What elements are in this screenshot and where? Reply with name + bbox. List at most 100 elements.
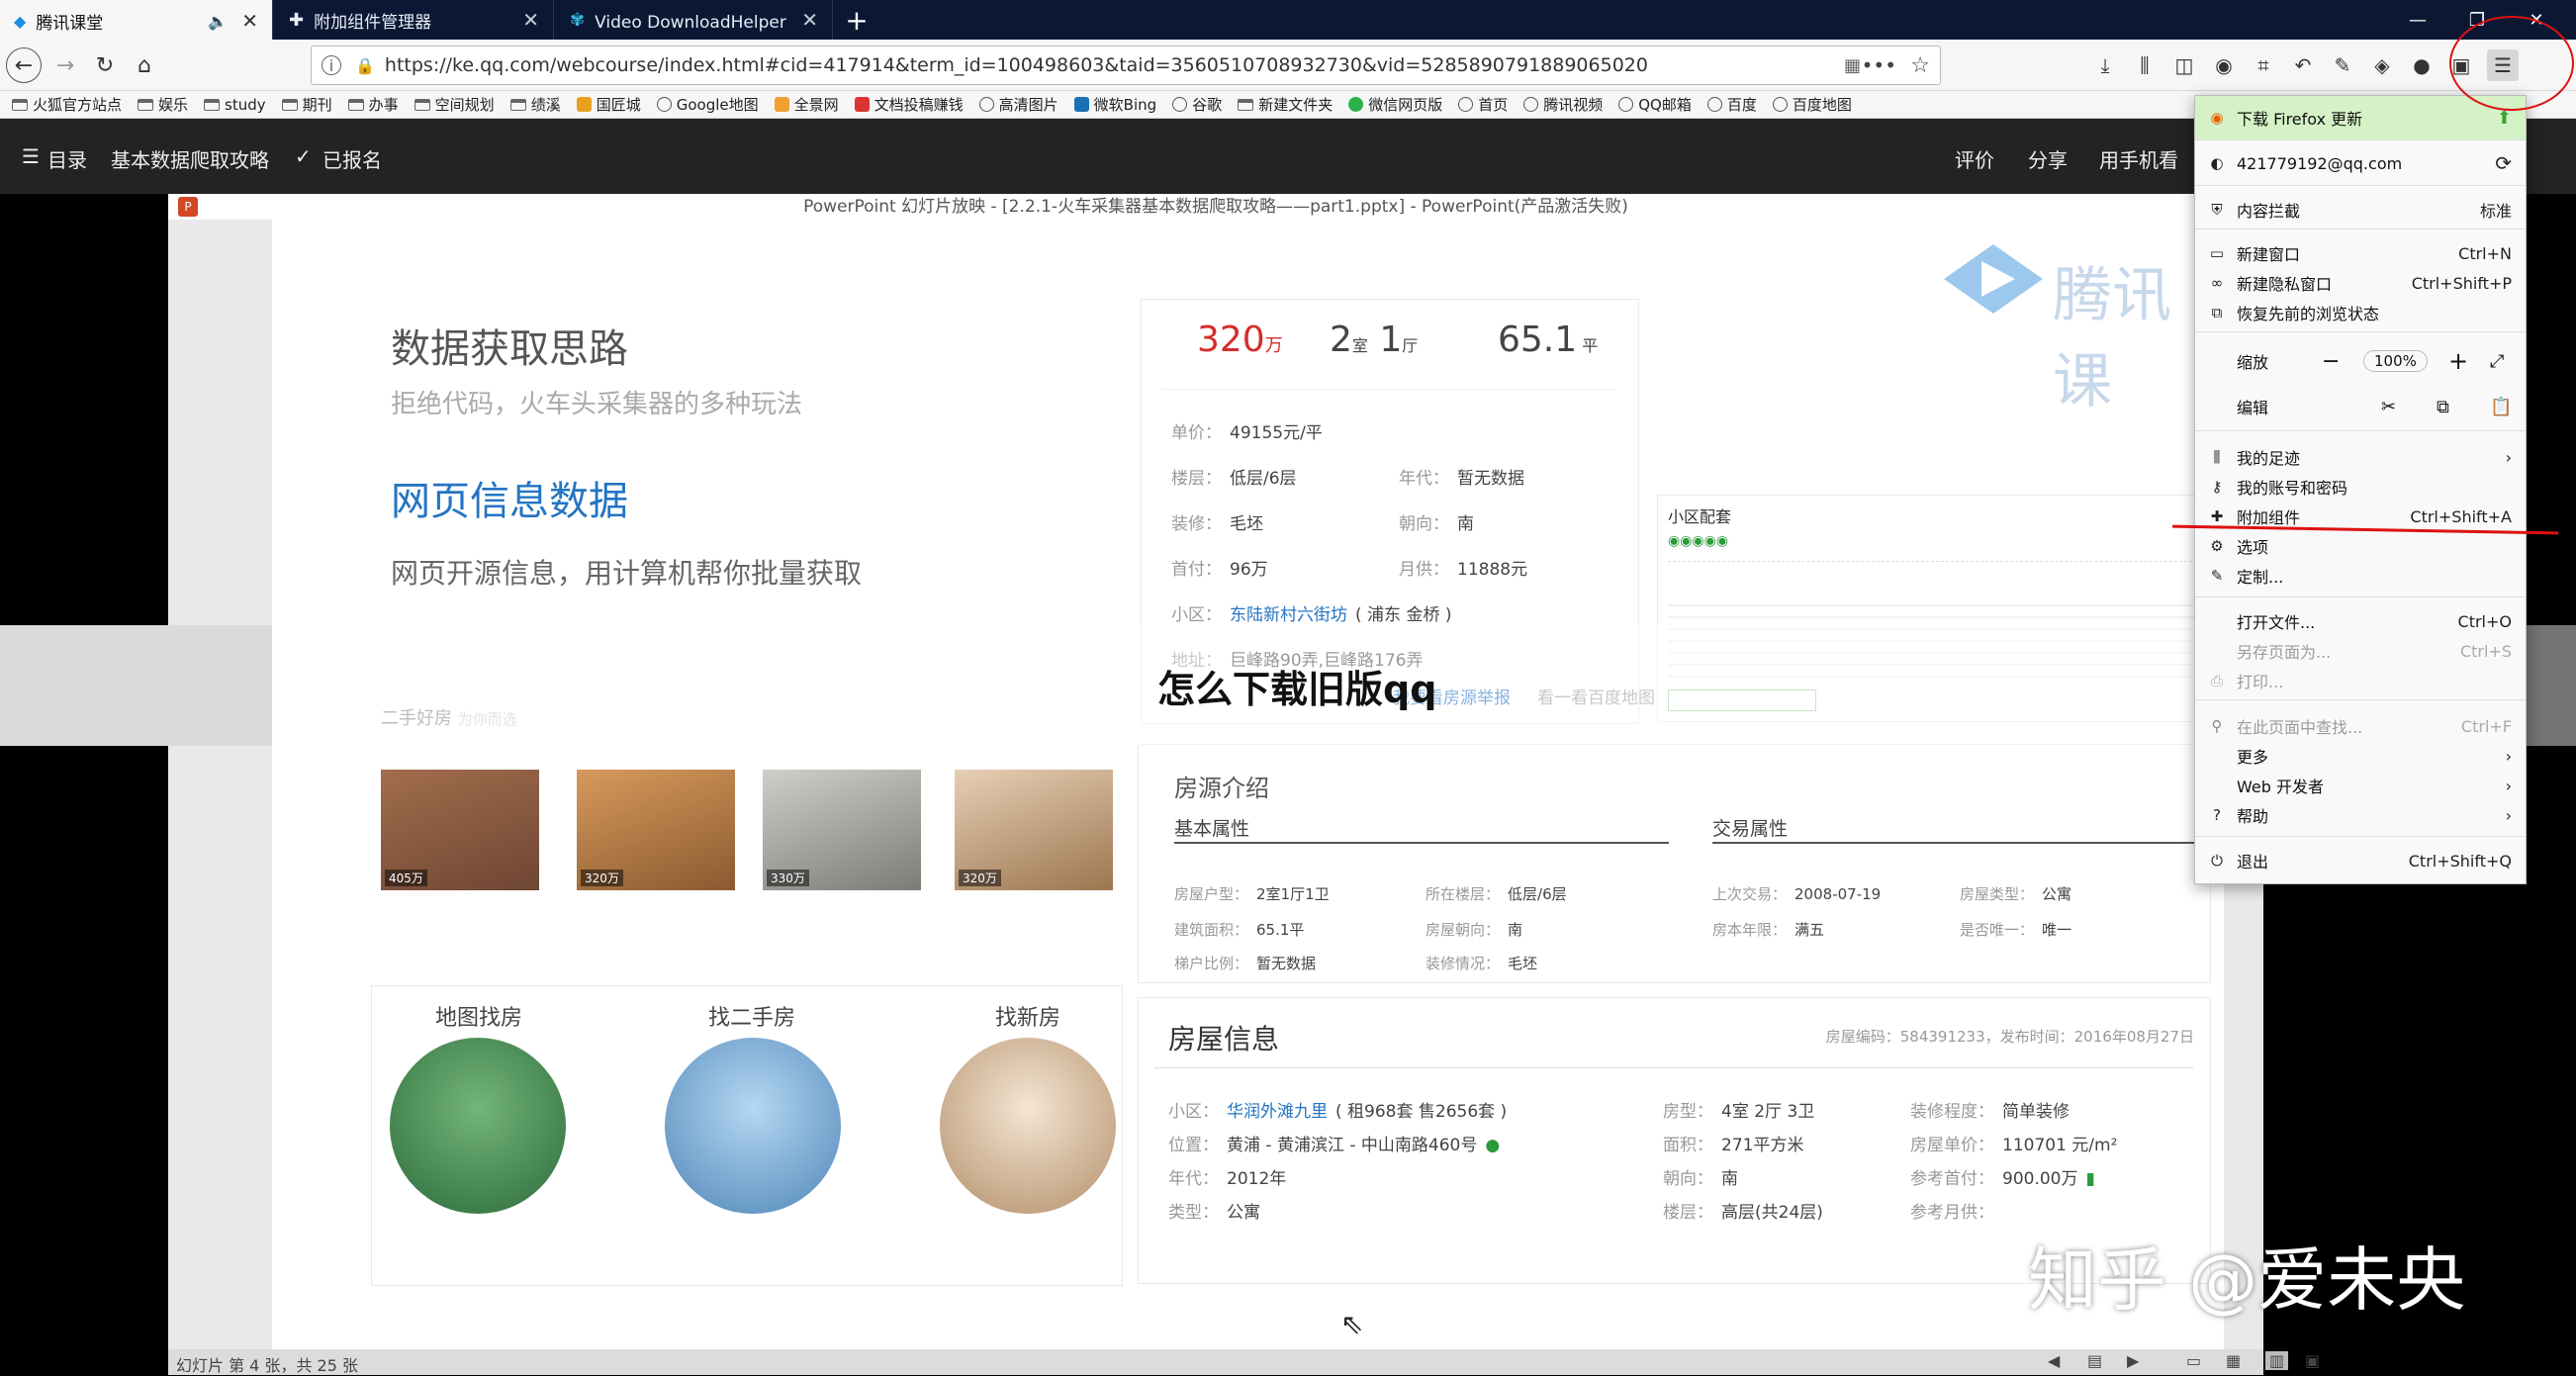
menu-item-new-window[interactable]: ▭ 新建窗口 Ctrl+N (2195, 238, 2526, 268)
bookmark-item[interactable]: 娱乐 (138, 94, 188, 115)
next-icon[interactable]: ▶ (2127, 1351, 2139, 1370)
menu-icon[interactable]: ☰ (22, 144, 40, 168)
bookmark-item[interactable]: 微软Bing (1073, 94, 1156, 115)
colorful-extension-icon[interactable]: ● (2406, 49, 2438, 81)
menu-item-save-as[interactable]: 另存页面为... Ctrl+S (2195, 636, 2526, 666)
zoom-out-button[interactable]: − (2322, 349, 2340, 374)
bookmark-item[interactable]: 首页 (1458, 94, 1508, 115)
zoom-in-button[interactable]: + (2448, 347, 2468, 375)
extension-icon[interactable]: ◈ (2366, 49, 2398, 81)
undo-icon[interactable]: ↶ (2287, 49, 2319, 81)
qr-code-icon[interactable]: ▦ (1844, 55, 1861, 76)
feature-title[interactable]: 地图找房 (435, 1000, 522, 1032)
paste-icon[interactable]: 📋 (2490, 397, 2512, 417)
bookmark-item[interactable]: Google地图 (656, 94, 759, 115)
reading-view-icon[interactable]: ▥ (2265, 1351, 2289, 1370)
new-tab-button[interactable]: + (837, 0, 876, 40)
url-text[interactable]: https://ke.qq.com/webcourse/index.html#c… (385, 54, 1648, 76)
bookmark-item[interactable]: 绩溪 (509, 94, 561, 115)
year-info: 年代： 暂无数据 (1399, 469, 1524, 489)
listing-thumbnail[interactable]: 405万 (381, 770, 539, 890)
folder-icon (509, 98, 526, 111)
listing-thumbnail[interactable]: 330万 (763, 770, 921, 890)
bookmark-item[interactable]: 高清图片 (978, 94, 1058, 115)
close-icon[interactable]: ✕ (241, 9, 258, 33)
speaker-icon[interactable]: 🔈 (208, 12, 228, 31)
sidebar-icon[interactable]: ◫ (2168, 49, 2200, 81)
bookmark-item[interactable]: 新建文件夹 (1238, 94, 1333, 115)
edit-icon[interactable]: ✎ (2327, 49, 2358, 81)
bookmark-item[interactable]: 期刊 (281, 94, 332, 115)
listing-thumbnail[interactable]: 320万 (955, 770, 1113, 890)
listing-thumbnail[interactable]: 320万 (577, 770, 735, 890)
laptop-bulb-icon[interactable] (665, 1038, 841, 1214)
slideshow-view-icon[interactable]: ▣ (2305, 1351, 2320, 1370)
menu-item-restore-session[interactable]: ⧉ 恢复先前的浏览状态 (2195, 298, 2526, 327)
home-button[interactable]: ⌂ (127, 47, 162, 83)
lock-icon[interactable]: 🔒 (355, 56, 375, 75)
menu-item-library[interactable]: ⫼ 我的足迹 › (2195, 442, 2526, 472)
back-button[interactable]: ← (6, 47, 42, 83)
menu-item-logins[interactable]: ⚷ 我的账号和密码 (2195, 472, 2526, 502)
bookmark-item[interactable]: 空间规划 (414, 94, 495, 115)
menu-item-options[interactable]: ⚙ 选项 (2195, 531, 2526, 561)
menu-item-more[interactable]: 更多 › (2195, 741, 2526, 771)
library-icon[interactable]: ⫼ (2129, 49, 2161, 81)
bookmark-item[interactable]: 百度地图 (1772, 94, 1852, 115)
zoom-level[interactable]: 100% (2363, 350, 2428, 372)
menu-item-find[interactable]: ⚲ 在此页面中查找... Ctrl+F (2195, 711, 2526, 741)
tab-video-downloadhelper[interactable]: ✾ Video DownloadHelper – 下载 ✕ (556, 0, 833, 40)
url-bar[interactable]: i 🔒 https://ke.qq.com/webcourse/index.ht… (311, 46, 1941, 85)
house-map-icon[interactable] (390, 1038, 566, 1214)
prev-icon[interactable]: ◀ (2048, 1351, 2060, 1370)
bookmark-item[interactable]: 谷歌 (1172, 94, 1222, 115)
feature-title[interactable]: 找新房 (995, 1000, 1060, 1032)
copy-icon[interactable]: ⧉ (2437, 397, 2449, 417)
menu-item-content-blocking[interactable]: ⛨ 内容拦截 标准 (2195, 195, 2526, 225)
page-actions-icon[interactable]: ••• (1862, 53, 1896, 77)
zhihu-watermark: 知乎 @爱未央 (2028, 1239, 2466, 1321)
new-home-icon[interactable] (940, 1038, 1116, 1214)
downloads-icon[interactable]: ⤓ (2089, 49, 2121, 81)
bookmark-item[interactable]: 腾讯视频 (1523, 94, 1603, 115)
mobile-view-link[interactable]: 用手机看 (2099, 144, 2178, 173)
share-link[interactable]: 分享 (2028, 144, 2068, 173)
normal-view-icon[interactable]: ▭ (2186, 1351, 2201, 1370)
rate-link[interactable]: 评价 (1955, 144, 1994, 173)
menu-item-print[interactable]: ⎙ 打印... (2195, 666, 2526, 695)
menu-item-webdev[interactable]: Web 开发者 › (2195, 771, 2526, 800)
menu-item-private-window[interactable]: ∞ 新建隐私窗口 Ctrl+Shift+P (2195, 268, 2526, 298)
bookmark-item[interactable]: 全景网 (774, 94, 839, 115)
feature-title[interactable]: 找二手房 (708, 1000, 795, 1032)
minimize-button[interactable]: — (2388, 0, 2447, 40)
reload-button[interactable]: ↻ (87, 47, 123, 83)
close-icon[interactable]: ✕ (522, 8, 539, 32)
account-icon[interactable]: ◉ (2208, 49, 2240, 81)
bookmark-item[interactable]: QQ邮箱 (1618, 94, 1692, 115)
bookmark-star-icon[interactable]: ☆ (1910, 53, 1930, 78)
tab-tencent-classroom[interactable]: ◆ 腾讯课堂 🔈 ✕ (0, 0, 273, 42)
screenshot-icon[interactable]: ⌗ (2248, 49, 2279, 81)
menu-icon[interactable]: ▤ (2087, 1351, 2102, 1370)
menu-item-open-file[interactable]: 打开文件... Ctrl+O (2195, 606, 2526, 636)
menu-item-account[interactable]: ◐ 421779192@qq.com ⟳ (2195, 145, 2526, 181)
bookmark-item[interactable]: 文档投稿赚钱 (854, 94, 964, 115)
forward-button[interactable]: → (47, 47, 83, 83)
bookmark-item[interactable]: 百度 (1706, 94, 1757, 115)
bookmark-item[interactable]: 微信网页版 (1348, 94, 1442, 115)
catalog-link[interactable]: 目录 (47, 144, 87, 173)
sync-icon[interactable]: ⟳ (2495, 151, 2512, 175)
info-icon[interactable]: i (322, 55, 341, 75)
cut-icon[interactable]: ✂ (2381, 397, 2396, 417)
bookmark-item[interactable]: 国匠城 (576, 94, 641, 115)
bookmark-item[interactable]: study (204, 96, 266, 114)
menu-item-quit[interactable]: ⏻ 退出 Ctrl+Shift+Q (2195, 846, 2526, 875)
menu-item-help[interactable]: ? 帮助 › (2195, 800, 2526, 830)
fullscreen-icon[interactable]: ⤢ (2490, 351, 2504, 372)
menu-item-customize[interactable]: ✎ 定制... (2195, 561, 2526, 591)
bookmark-item[interactable]: 办事 (347, 94, 399, 115)
tab-addons-manager[interactable]: ✚ 附加组件管理器 ✕ (275, 0, 554, 40)
close-icon[interactable]: ✕ (801, 8, 818, 32)
sorter-view-icon[interactable]: ▦ (2226, 1351, 2241, 1370)
bookmark-item[interactable]: 火狐官方站点 (12, 94, 122, 115)
